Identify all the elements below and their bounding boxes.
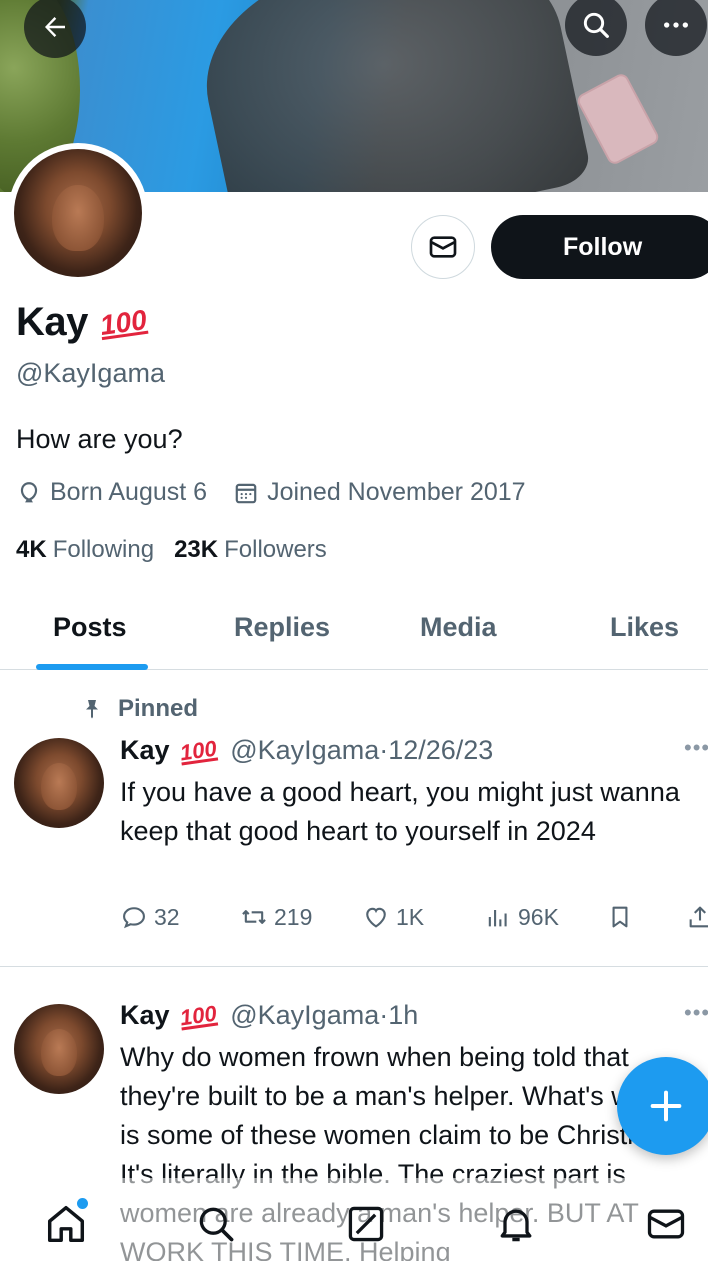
nav-notifications[interactable] <box>492 1200 540 1248</box>
reply-button[interactable]: 32 <box>120 903 180 931</box>
joined-item: Joined November 2017 <box>233 478 526 507</box>
arrow-left-icon <box>45 17 65 37</box>
born-text: Born August 6 <box>50 478 208 506</box>
hundred-points-icon: 100 <box>177 735 218 765</box>
search-icon <box>199 1207 234 1242</box>
repost-count: 219 <box>274 903 313 930</box>
tab-media[interactable]: Media <box>420 612 497 643</box>
reply-count: 32 <box>154 903 180 930</box>
nav-messages[interactable] <box>642 1200 690 1248</box>
followers-count: 23K <box>174 536 219 563</box>
bottom-nav <box>0 1178 708 1261</box>
post-handle-time: @KayIgama·12/26/23 <box>230 735 494 765</box>
post-avatar[interactable] <box>14 1004 104 1094</box>
post-more-button[interactable]: ••• <box>684 1000 708 1026</box>
post-text: If you have a good heart, you might just… <box>120 777 680 846</box>
post-author-name[interactable]: Kay <box>120 735 170 766</box>
tab-posts[interactable]: Posts <box>53 612 127 643</box>
envelope-icon <box>647 1209 685 1239</box>
hundred-points-icon: 100 <box>177 1000 218 1030</box>
joined-text: Joined November 2017 <box>267 478 526 506</box>
views-icon <box>488 910 507 927</box>
pinned-label: Pinned <box>80 695 198 723</box>
repost-icon <box>242 910 266 924</box>
compose-button[interactable] <box>617 1057 708 1155</box>
nav-grok[interactable] <box>342 1200 390 1248</box>
profile-handle: @KayIgama <box>16 358 165 388</box>
reply-icon <box>123 907 145 929</box>
envelope-icon <box>429 236 457 258</box>
post-header: Kay 100 @KayIgama·1h <box>120 1000 418 1031</box>
like-button[interactable]: 1K <box>362 903 424 931</box>
profile-meta: Born August 6 Joined November 2017 <box>16 478 552 507</box>
pin-icon <box>86 700 98 719</box>
share-icon <box>689 906 708 928</box>
followers-label: Followers <box>224 536 327 563</box>
more-horizontal-icon <box>664 22 688 28</box>
followers-link[interactable]: 23K Followers <box>174 536 327 564</box>
post-handle-time: @KayIgama·1h <box>230 1000 419 1030</box>
plus-icon <box>650 1090 682 1122</box>
search-icon <box>583 12 609 38</box>
post-item[interactable]: Pinned Kay 100 @KayIgama·12/26/23 ••• If… <box>0 671 708 967</box>
share-button[interactable] <box>686 903 708 931</box>
pinned-text: Pinned <box>118 695 199 722</box>
bell-icon <box>500 1209 532 1242</box>
message-button[interactable] <box>411 215 475 279</box>
nav-search[interactable] <box>192 1200 240 1248</box>
follow-button[interactable]: Follow <box>491 215 708 279</box>
post-avatar[interactable] <box>14 738 104 828</box>
view-count: 96K <box>518 903 559 930</box>
banner-phone <box>574 71 662 167</box>
hundred-points-icon: 100 <box>97 303 149 341</box>
profile-tabs: Posts Replies Media Likes <box>0 590 708 670</box>
following-label: Following <box>52 536 155 563</box>
calendar-icon <box>235 483 257 503</box>
heart-icon <box>366 907 386 928</box>
follow-stats: 4K Following 23K Followers <box>16 536 347 564</box>
profile-avatar[interactable] <box>8 143 148 283</box>
repost-button[interactable]: 219 <box>240 903 312 931</box>
views-button[interactable]: 96K <box>484 903 559 931</box>
banner-car <box>186 0 594 192</box>
profile-bio: How are you? <box>16 424 183 454</box>
post-author-name[interactable]: Kay <box>120 1000 170 1031</box>
bookmark-icon <box>612 906 628 928</box>
following-link[interactable]: 4K Following <box>16 536 154 564</box>
tab-replies[interactable]: Replies <box>234 612 330 643</box>
birthday-item: Born August 6 <box>16 478 207 507</box>
bookmark-button[interactable] <box>606 903 634 931</box>
following-count: 4K <box>16 536 47 563</box>
post-more-button[interactable]: ••• <box>684 735 708 761</box>
post-actions: 32 219 1K 96K <box>120 903 708 933</box>
home-notification-dot <box>77 1198 88 1209</box>
grok-icon <box>348 1206 384 1242</box>
balloon-icon <box>20 481 38 502</box>
tab-likes[interactable]: Likes <box>610 612 679 643</box>
display-name: Kay <box>16 300 88 344</box>
profile-name-row: Kay 100 <box>16 300 149 345</box>
like-count: 1K <box>396 903 425 930</box>
post-header: Kay 100 @KayIgama·12/26/23 <box>120 735 493 766</box>
active-tab-indicator <box>36 664 148 670</box>
